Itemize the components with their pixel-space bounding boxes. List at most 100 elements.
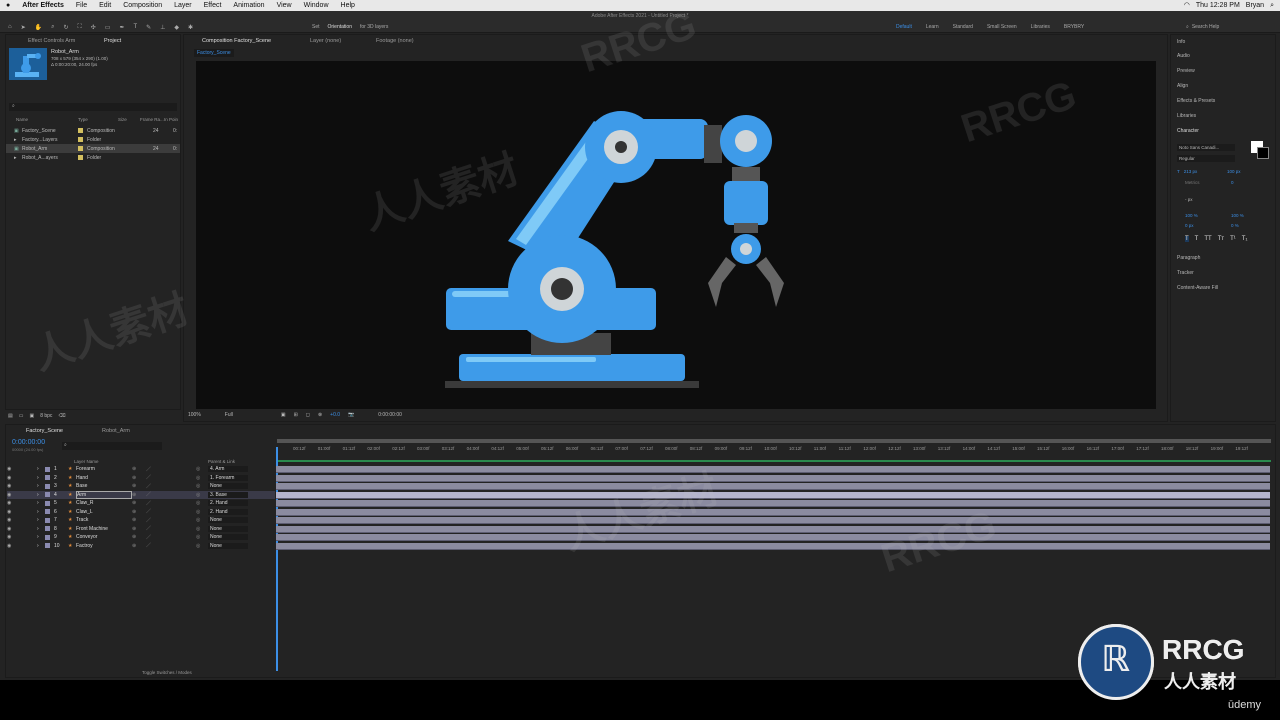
eraser-tool-icon[interactable]: ◆ [174,24,179,31]
visibility-eye-icon[interactable]: ◉ [7,526,31,532]
search-icon[interactable]: ⌕ [1270,0,1274,11]
col-type[interactable]: Type [78,117,88,122]
grid-icon[interactable]: ⊞ [294,412,298,418]
subscript-icon[interactable]: T₁ [1242,236,1248,242]
menu-help[interactable]: Help [335,2,361,9]
expand-triangle-icon[interactable]: › [31,543,45,549]
layer-row[interactable]: ◉ › 5 ★ Claw_R ⊕ ／ ◎ 2. Hand [7,499,275,508]
layer-duration-bar[interactable] [276,483,1270,490]
selection-tool-icon[interactable]: ➤ [21,24,26,31]
layer-name[interactable]: Claw_L [76,509,132,515]
workspace-small-screen[interactable]: Small Screen [987,24,1017,30]
expand-triangle-icon[interactable]: › [31,475,45,481]
layer-name[interactable]: Factroy [76,543,132,549]
tab-layer[interactable]: Layer (none) [310,38,341,44]
expand-triangle-icon[interactable]: › [31,492,45,498]
pan-tool-icon[interactable]: ✣ [91,24,96,31]
layer-duration-bar[interactable] [276,500,1270,507]
panel-libraries[interactable]: Libraries [1177,113,1196,119]
quality-switch-icon[interactable]: ／ [146,525,196,532]
comp-timecode[interactable]: 0:00:00:00 [378,412,402,418]
comp-breadcrumb[interactable]: Factory_Scene [194,49,234,57]
user-name[interactable]: Bryan [1246,0,1264,11]
parent-select[interactable]: None [208,483,248,490]
parent-select[interactable]: None [208,525,248,532]
layer-row[interactable]: ◉ › 7 ★ Track ⊕ ／ ◎ None [7,516,275,525]
layer-name[interactable]: Base [76,483,132,489]
expand-triangle-icon[interactable]: › [31,466,45,472]
work-area-bar[interactable] [277,439,1271,443]
stroke-width-field[interactable]: - px [1185,197,1193,202]
rectangle-tool-icon[interactable]: ▭ [105,24,111,31]
shy-switch-icon[interactable]: ⊕ [132,483,146,489]
col-in-point[interactable]: In Poin [164,117,178,122]
menu-composition[interactable]: Composition [117,2,168,9]
menu-layer[interactable]: Layer [168,2,198,9]
layer-row[interactable]: ◉ › 6 ★ Claw_L ⊕ ／ ◎ 2. Hand [7,508,275,517]
shy-switch-icon[interactable]: ⊕ [132,534,146,540]
layer-duration-bar[interactable] [276,491,1270,499]
quality-switch-icon[interactable]: ／ [146,517,196,524]
quality-switch-icon[interactable]: ／ [146,500,196,507]
panel-content-aware-fill[interactable]: Content-Aware Fill [1177,285,1218,291]
trash-icon[interactable]: ⌫ [58,413,65,419]
layer-row[interactable]: ◉ › 10 ★ Factroy ⊕ ／ ◎ None [7,542,275,551]
zoom-tool-icon[interactable]: ⌕ [51,24,54,31]
panel-info[interactable]: Info [1177,39,1185,45]
new-folder-icon[interactable]: ▭ [19,413,24,419]
parent-pickwhip-icon[interactable]: ◎ [196,500,208,506]
workspace-learn[interactable]: Learn [926,24,939,30]
workspace-libraries[interactable]: Libraries [1031,24,1050,30]
camera-tool-icon[interactable]: ⛶ [78,24,82,31]
tab-composition[interactable]: Composition Factory_Scene [202,38,271,44]
layer-duration-bar[interactable] [276,534,1270,541]
quality-switch-icon[interactable]: ／ [146,534,196,541]
layer-label-color[interactable] [45,483,50,489]
rotate-tool-icon[interactable]: ↻ [64,24,69,31]
project-item[interactable]: ▸ Robot_A...ayers Folder [6,153,180,162]
font-size-value[interactable]: 213 px [1184,169,1198,174]
shy-switch-icon[interactable]: ⊕ [132,466,146,472]
hand-tool-icon[interactable]: ✋ [35,24,42,31]
parent-select[interactable]: 2. Hand [208,508,248,515]
layer-row[interactable]: ◉ › 9 ★ Conveyor ⊕ ／ ◎ None [7,533,275,542]
font-style-select[interactable]: Regular [1177,155,1235,162]
expand-triangle-icon[interactable]: › [31,534,45,540]
panel-paragraph[interactable]: Paragraph [1177,255,1200,261]
tab-project[interactable]: Project [104,38,121,44]
layer-label-color[interactable] [45,500,50,506]
layer-name[interactable]: Front Machine [76,526,132,532]
type-tool-icon[interactable]: T [133,24,137,30]
tsume-field[interactable]: 0 % [1231,223,1239,228]
tab-footage[interactable]: Footage (none) [376,38,414,44]
toggle-switches-modes[interactable]: Toggle Switches / Modes [142,670,192,675]
parent-select[interactable]: None [208,542,248,549]
layer-label-color[interactable] [45,534,50,540]
layer-duration-bar[interactable] [276,466,1270,473]
tracking-field[interactable]: 0 [1231,180,1234,185]
parent-pickwhip-icon[interactable]: ◎ [196,492,208,498]
visibility-eye-icon[interactable]: ◉ [7,534,31,540]
parent-pickwhip-icon[interactable]: ◎ [196,475,208,481]
quality-switch-icon[interactable]: ／ [146,508,196,515]
puppet-tool-icon[interactable]: ✱ [188,24,193,31]
apple-icon[interactable]: ● [0,2,16,9]
project-search-input[interactable]: ⌕ [9,103,177,111]
menu-view[interactable]: View [271,2,298,9]
mask-icon[interactable]: ◻ [306,412,310,418]
zoom-select[interactable]: 100% [188,412,201,418]
pen-tool-icon[interactable]: ✒ [119,24,124,31]
layer-name[interactable]: Forearm [76,466,132,472]
expand-triangle-icon[interactable]: › [31,483,45,489]
parent-select[interactable]: None [208,534,248,541]
layer-label-color[interactable] [45,526,50,532]
project-item[interactable]: ▸ Factory...Layers Folder [6,135,180,144]
layer-label-color[interactable] [45,466,50,472]
current-time[interactable]: 0:00:00:00 [12,439,45,446]
font-size-field[interactable]: T 213 px [1177,169,1197,174]
project-item-selected[interactable]: ▣ Robot_Arm Composition 24 0: [6,144,180,153]
orientation-select[interactable]: Orientation [328,24,352,30]
menu-window[interactable]: Window [298,2,335,9]
leading-field[interactable]: 100 px [1227,169,1241,174]
kerning-field[interactable]: Metrics [1185,180,1200,185]
